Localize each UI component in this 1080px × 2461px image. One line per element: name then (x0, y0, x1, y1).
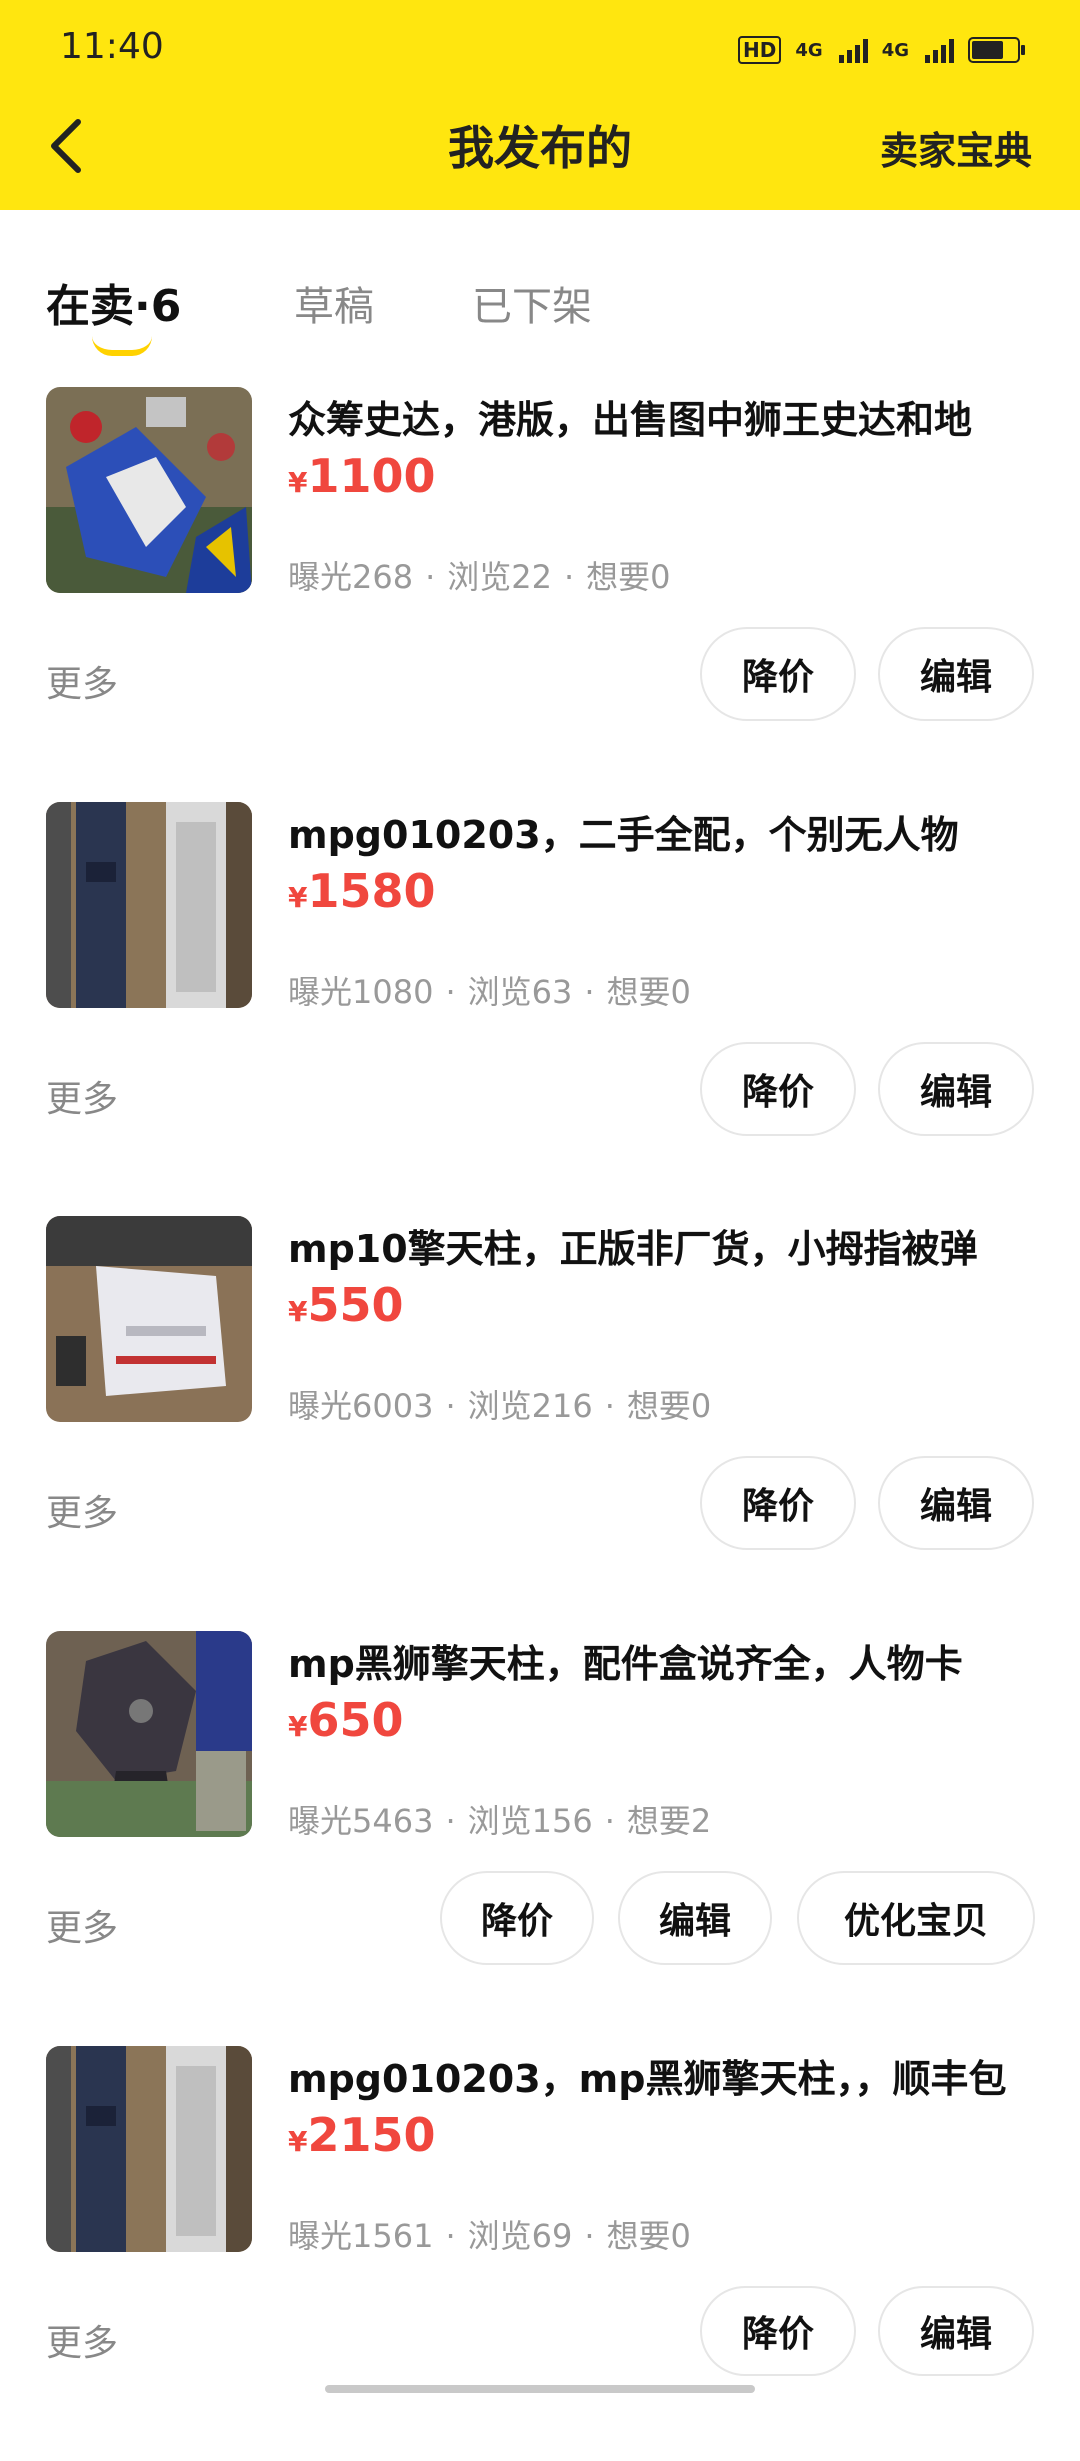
listing-item[interactable]: mpg010203，二手全配，个别无人物 ¥1580 曝光1080 · 浏览63 · 想… (0, 802, 1080, 1217)
item-stats: 曝光6003 · 浏览216 · 想要0 (288, 1381, 711, 1427)
home-indicator[interactable] (325, 2385, 755, 2393)
currency-symbol: ¥ (288, 1295, 308, 1328)
price-value: 550 (307, 1278, 404, 1332)
status-time: 11:40 (60, 26, 164, 67)
exposure-count: 曝光5463 (288, 1802, 434, 1840)
tab-delisted[interactable]: 已下架 (472, 274, 592, 332)
item-title[interactable]: 众筹史达，港版，出售图中狮王史达和地 (288, 389, 972, 444)
edit-button[interactable]: 编辑 (878, 1456, 1034, 1550)
price-value: 1580 (307, 864, 436, 918)
separator-dot: · (584, 973, 595, 1011)
item-price: ¥1580 (288, 864, 436, 918)
separator-dot: · (425, 558, 436, 596)
exposure-count: 曝光1080 (288, 973, 434, 1011)
item-price: ¥550 (288, 1278, 404, 1332)
hd-badge: HD (738, 36, 782, 64)
edit-button[interactable]: 编辑 (878, 2286, 1034, 2376)
more-button[interactable]: 更多 (46, 1484, 118, 1536)
seller-guide-link[interactable]: 卖家宝典 (880, 120, 1032, 175)
separator-dot: · (584, 2217, 595, 2255)
currency-symbol: ¥ (288, 466, 308, 499)
listing-item[interactable]: 众筹史达，港版，出售图中狮王史达和地 ¥1100 曝光268 · 浏览22 · 想要0 … (0, 387, 1080, 802)
currency-symbol: ¥ (288, 2125, 308, 2158)
signal-icon (925, 37, 954, 63)
signal-icon (838, 37, 868, 63)
price-value: 650 (307, 1693, 404, 1747)
reduce-price-button[interactable]: 降价 (700, 1042, 856, 1136)
more-button[interactable]: 更多 (46, 1899, 118, 1951)
reduce-price-button[interactable]: 降价 (700, 627, 856, 721)
exposure-count: 曝光1561 (288, 2217, 434, 2255)
price-value: 2150 (307, 2108, 436, 2162)
listing-item[interactable]: mp10擎天柱，正版非厂货，小拇指被弹 ¥550 曝光6003 · 浏览216 · 想要… (0, 1216, 1080, 1631)
product-image[interactable] (46, 387, 252, 593)
item-title[interactable]: mpg010203，mp黑狮擎天柱，，顺丰包 (288, 2048, 1006, 2103)
status-tabs: 在卖·6 草稿 已下架 (0, 270, 1080, 360)
more-button[interactable]: 更多 (46, 2314, 118, 2366)
item-title[interactable]: mp黑狮擎天柱，配件盒说齐全，人物卡 (288, 1633, 963, 1688)
edit-button[interactable]: 编辑 (618, 1871, 772, 1965)
more-button[interactable]: 更多 (46, 1070, 118, 1122)
listing-item[interactable]: mp黑狮擎天柱，配件盒说齐全，人物卡 ¥650 曝光5463 · 浏览156 · 想要2… (0, 1631, 1080, 2046)
exposure-count: 曝光268 (288, 558, 414, 596)
item-price: ¥650 (288, 1693, 404, 1747)
item-stats: 曝光1561 · 浏览69 · 想要0 (288, 2211, 691, 2257)
battery-level (972, 41, 1003, 59)
edit-button[interactable]: 编辑 (878, 627, 1034, 721)
want-count: 想要0 (586, 558, 671, 596)
view-count: 浏览216 (467, 1387, 593, 1425)
item-stats: 曝光268 · 浏览22 · 想要0 (288, 552, 671, 598)
view-count: 浏览156 (467, 1802, 593, 1840)
top-bar: 11:40 HD 4G 4G 我发布的 卖家宝典 (0, 0, 1080, 210)
view-count: 浏览69 (467, 2217, 573, 2255)
separator-dot: · (445, 1802, 456, 1840)
edit-button[interactable]: 编辑 (878, 1042, 1034, 1136)
separator-dot: · (604, 1387, 615, 1425)
tab-on-sale[interactable]: 在卖·6 (46, 270, 181, 334)
want-count: 想要0 (606, 2217, 691, 2255)
optimize-item-button[interactable]: 优化宝贝 (797, 1871, 1035, 1965)
want-count: 想要0 (606, 973, 691, 1011)
separator-dot: · (564, 558, 575, 596)
separator-dot: · (445, 1387, 456, 1425)
separator-dot: · (604, 1802, 615, 1840)
item-title[interactable]: mpg010203，二手全配，个别无人物 (288, 804, 959, 859)
battery-icon (968, 37, 1025, 63)
network-label-2: 4G (881, 39, 909, 61)
item-stats: 曝光5463 · 浏览156 · 想要2 (288, 1796, 711, 1842)
reduce-price-button[interactable]: 降价 (440, 1871, 594, 1965)
listing-item[interactable]: mpg010203，mp黑狮擎天柱，，顺丰包 ¥2150 曝光1561 · 浏览69… (0, 2046, 1080, 2461)
tab-drafts[interactable]: 草稿 (294, 274, 374, 332)
view-count: 浏览63 (467, 973, 573, 1011)
reduce-price-button[interactable]: 降价 (700, 1456, 856, 1550)
exposure-count: 曝光6003 (288, 1387, 434, 1425)
separator-dot: · (445, 973, 456, 1011)
product-image[interactable] (46, 2046, 252, 2252)
item-stats: 曝光1080 · 浏览63 · 想要0 (288, 967, 691, 1013)
item-price: ¥1100 (288, 449, 436, 503)
product-image[interactable] (46, 1216, 252, 1422)
status-icons: HD 4G 4G (738, 30, 1025, 70)
reduce-price-button[interactable]: 降价 (700, 2286, 856, 2376)
network-label-1: 4G (795, 39, 823, 61)
item-title[interactable]: mp10擎天柱，正版非厂货，小拇指被弹 (288, 1218, 978, 1273)
currency-symbol: ¥ (288, 1710, 308, 1743)
more-button[interactable]: 更多 (46, 655, 118, 707)
price-value: 1100 (307, 449, 436, 503)
product-image[interactable] (46, 1631, 252, 1837)
active-tab-indicator (92, 336, 152, 356)
currency-symbol: ¥ (288, 881, 308, 914)
want-count: 想要0 (626, 1387, 712, 1425)
view-count: 浏览22 (447, 558, 552, 596)
separator-dot: · (445, 2217, 456, 2255)
product-image[interactable] (46, 802, 252, 1008)
want-count: 想要2 (626, 1802, 712, 1840)
item-price: ¥2150 (288, 2108, 436, 2162)
